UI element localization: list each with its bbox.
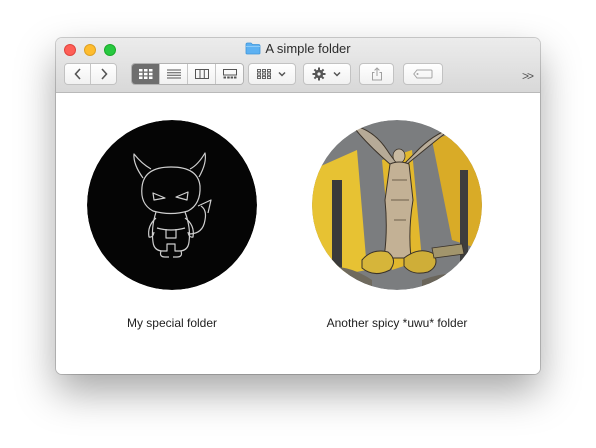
window-title: A simple folder xyxy=(265,41,351,56)
icon-view-content: My special folder Another spicy *uwu* fo… xyxy=(56,93,540,374)
share-button[interactable] xyxy=(359,63,394,85)
gallery-view-icon xyxy=(222,69,237,79)
folder-item[interactable]: Another spicy *uwu* folder xyxy=(297,120,497,330)
forward-button[interactable] xyxy=(91,64,116,84)
folder-item-label: My special folder xyxy=(126,316,218,330)
finder-window: A simple folder >> My special folder Ano… xyxy=(56,38,540,374)
grid-group-icon xyxy=(257,69,271,79)
toolbar-overflow-button[interactable]: >> xyxy=(522,67,534,85)
icon-view-icon xyxy=(138,69,152,79)
tag-icon xyxy=(413,69,433,79)
history-nav xyxy=(64,63,117,85)
toolbar: A simple folder >> xyxy=(56,38,540,93)
column-view-icon xyxy=(194,69,209,79)
tags-button[interactable] xyxy=(403,63,443,85)
window-title-bar: A simple folder xyxy=(56,41,540,57)
gallery-view-button[interactable] xyxy=(216,64,243,84)
action-menu-button[interactable] xyxy=(303,63,351,85)
folder-item-label: Another spicy *uwu* folder xyxy=(326,316,468,330)
list-view-icon xyxy=(166,69,181,79)
chevron-down-icon xyxy=(278,71,286,77)
column-view-button[interactable] xyxy=(188,64,216,84)
chevron-right-icon xyxy=(100,68,108,80)
folder-item[interactable]: My special folder xyxy=(72,120,272,330)
view-mode-control xyxy=(131,63,244,85)
back-button[interactable] xyxy=(65,64,91,84)
devil-folder-icon xyxy=(87,120,257,290)
folder-icon xyxy=(245,42,261,55)
list-view-button[interactable] xyxy=(160,64,188,84)
chevron-down-icon xyxy=(333,71,341,77)
icon-view-button[interactable] xyxy=(132,64,160,84)
share-icon xyxy=(371,67,382,81)
group-by-button[interactable] xyxy=(248,63,296,85)
art-folder-icon xyxy=(312,120,482,290)
gear-icon xyxy=(312,67,326,81)
chevron-left-icon xyxy=(73,68,81,80)
overflow-label: >> xyxy=(522,69,534,83)
